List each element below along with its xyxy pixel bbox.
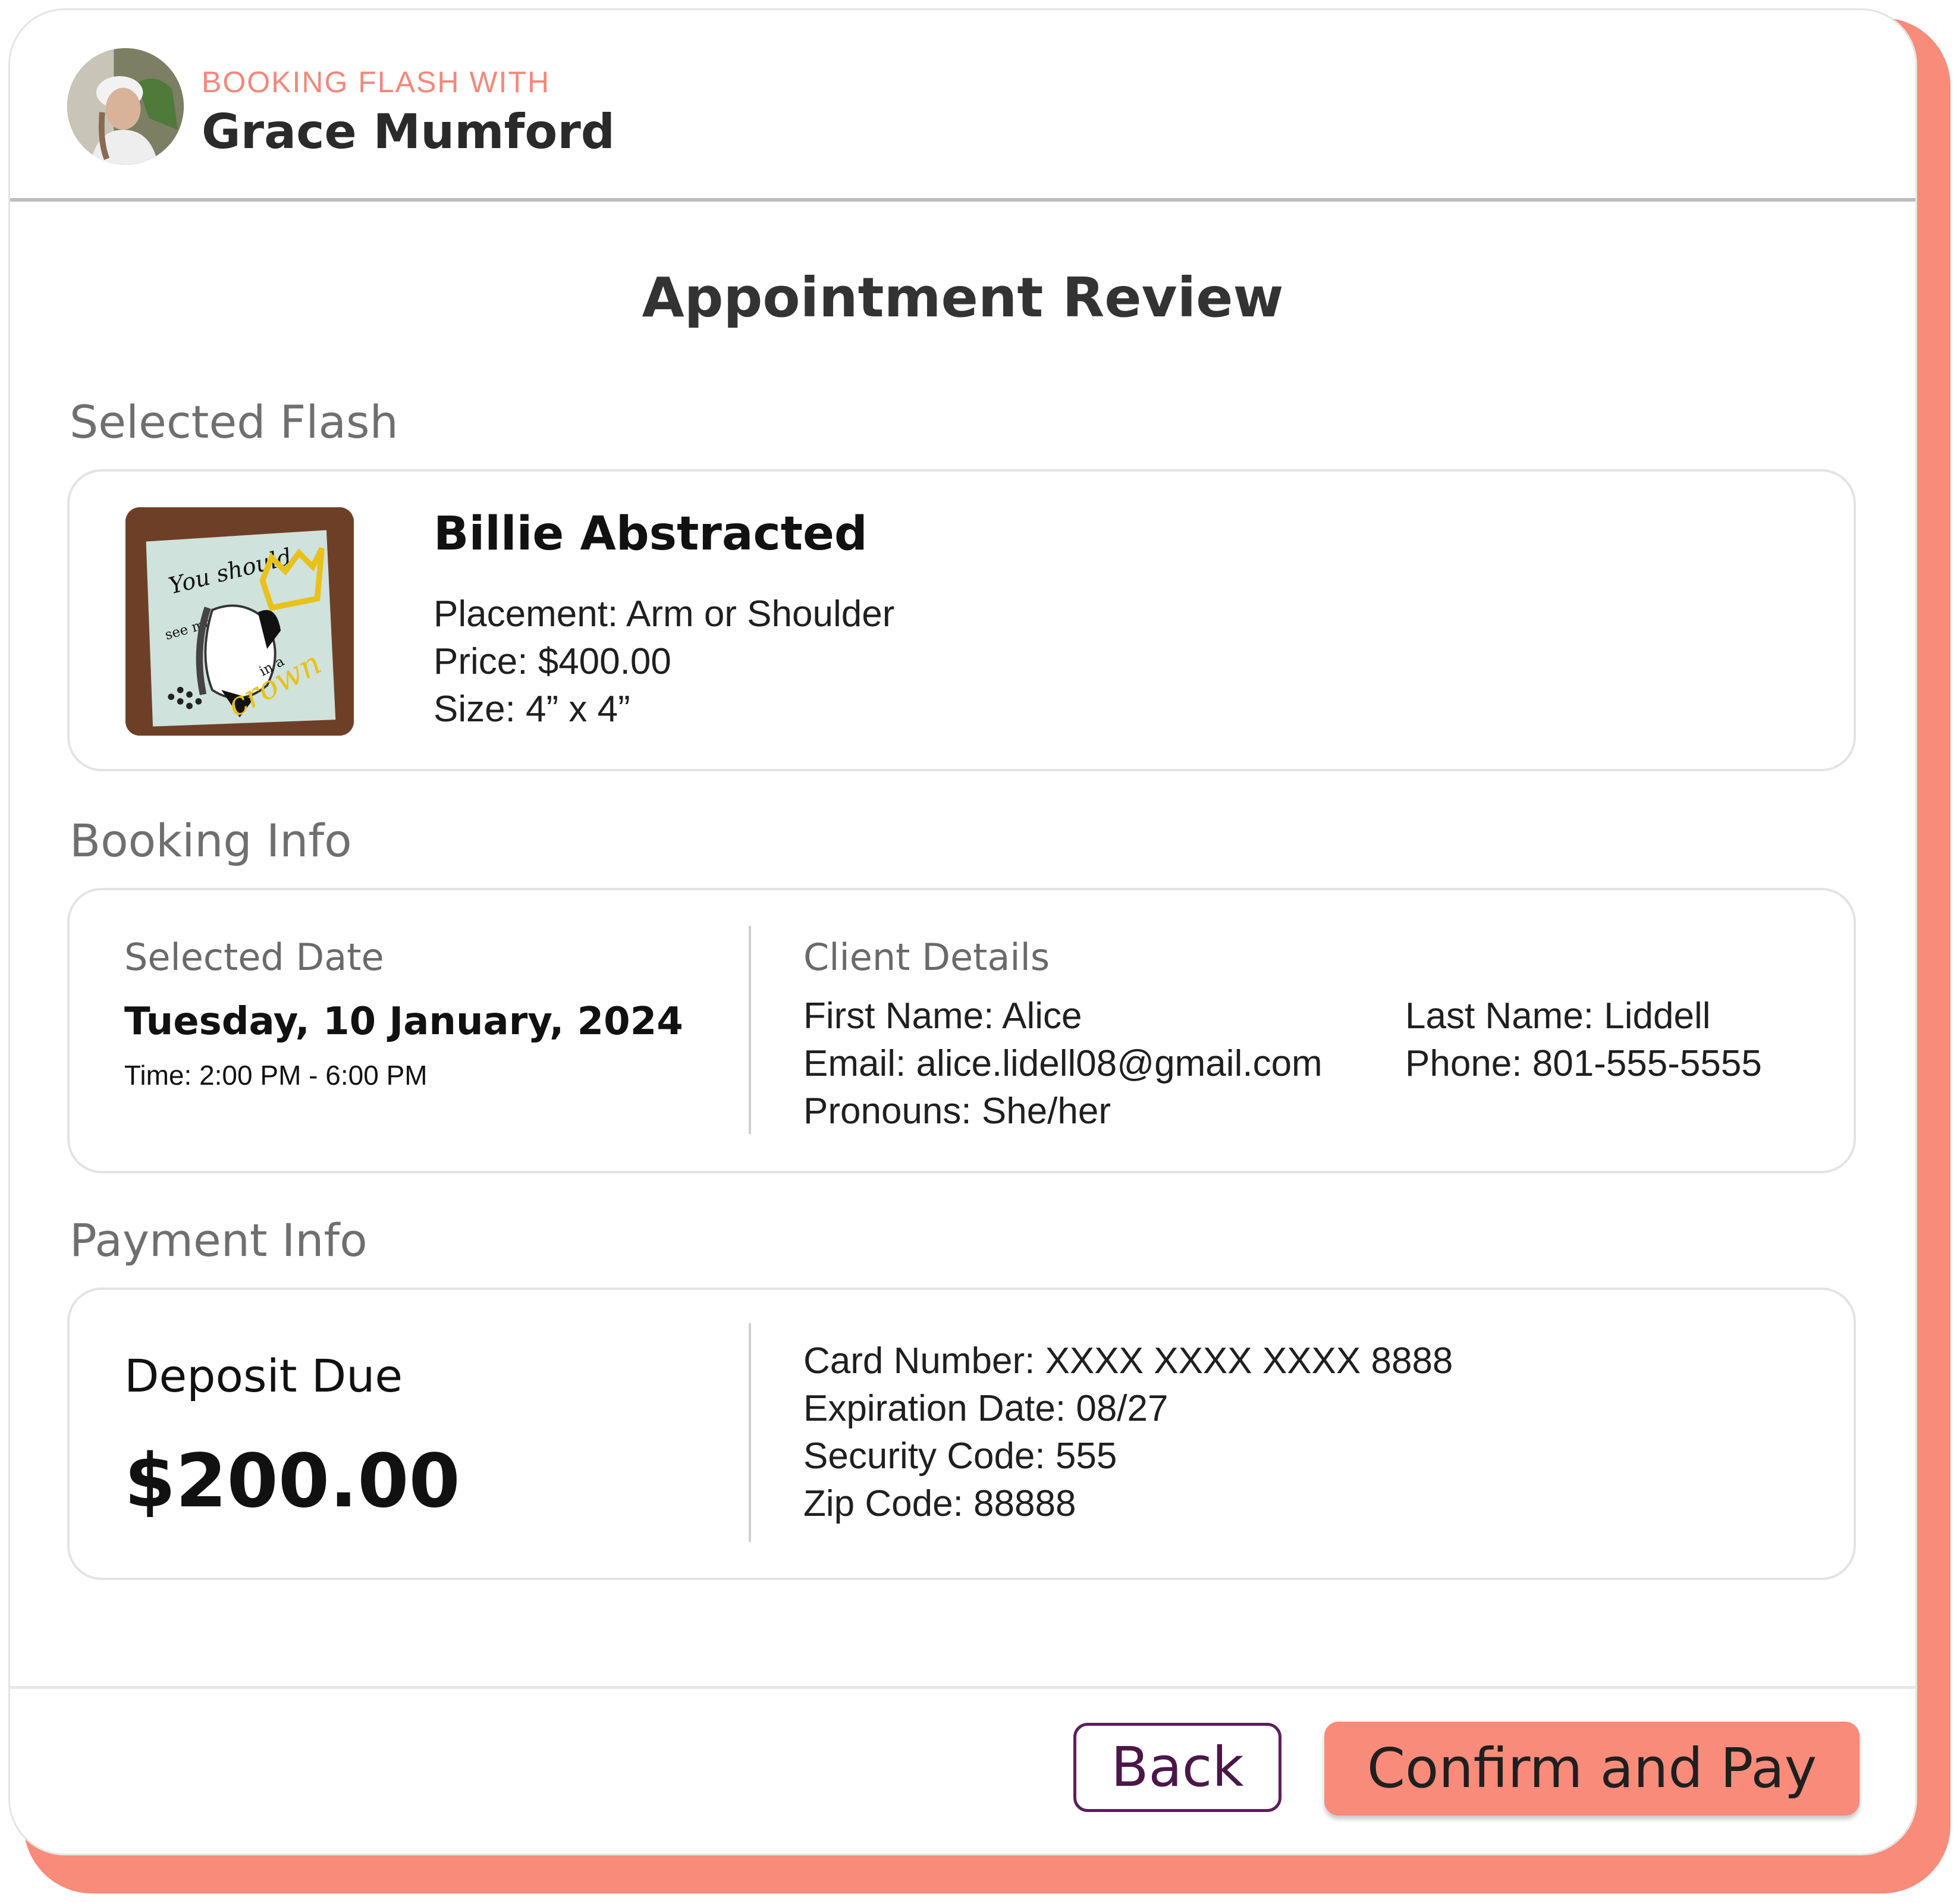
selected-flash-heading: Selected Flash <box>70 395 398 448</box>
page-title: Appointment Review <box>642 266 1284 329</box>
confirm-and-pay-button[interactable]: Confirm and Pay <box>1324 1722 1860 1816</box>
client-email: Email: alice.lidell08@gmail.com <box>803 1043 1323 1084</box>
selected-date-value: Tuesday, 10 January, 2024 <box>124 1000 683 1044</box>
artist-name: Grace Mumford <box>202 104 615 159</box>
flash-title: Billie Abstracted <box>434 507 868 561</box>
selected-date-label: Selected Date <box>124 935 384 979</box>
artist-avatar <box>67 48 184 165</box>
card-zip-code: Zip Code: 88888 <box>803 1483 1076 1524</box>
footer-divider <box>10 1686 1915 1689</box>
booking-review-card: BOOKING FLASH WITH Grace Mumford Appoint… <box>8 8 1917 1855</box>
flash-artwork-icon: You should see me in a crown <box>125 507 354 736</box>
flash-price: Price: $400.00 <box>434 641 671 682</box>
flash-placement: Placement: Arm or Shoulder <box>434 593 895 635</box>
flash-size: Size: 4” x 4” <box>434 689 630 730</box>
deposit-label: Deposit Due <box>124 1349 403 1402</box>
client-last-name: Last Name: Liddell <box>1405 996 1711 1037</box>
payment-info-panel: Deposit Due $200.00 Card Number: XXXX XX… <box>67 1287 1856 1580</box>
card-number: Card Number: XXXX XXXX XXXX 8888 <box>803 1340 1453 1381</box>
flash-image: You should see me in a crown <box>125 507 354 736</box>
payment-info-heading: Payment Info <box>70 1214 368 1267</box>
client-pronouns: Pronouns: She/her <box>803 1091 1111 1132</box>
selected-flash-panel: You should see me in a crown Billie Abst… <box>67 469 1856 771</box>
client-first-name: First Name: Alice <box>803 996 1082 1037</box>
booking-eyebrow: BOOKING FLASH WITH <box>202 65 551 99</box>
card-security-code: Security Code: 555 <box>803 1436 1117 1477</box>
booking-info-panel: Selected Date Tuesday, 10 January, 2024 … <box>67 888 1856 1173</box>
artist-photo-icon <box>67 48 184 165</box>
selected-time-value: Time: 2:00 PM - 6:00 PM <box>124 1060 428 1091</box>
booking-header: BOOKING FLASH WITH Grace Mumford <box>10 10 1915 202</box>
client-phone: Phone: 801-555-5555 <box>1405 1043 1762 1084</box>
card-expiration: Expiration Date: 08/27 <box>803 1388 1169 1429</box>
booking-divider <box>749 926 751 1134</box>
back-button[interactable]: Back <box>1073 1723 1281 1812</box>
payment-divider <box>749 1323 751 1542</box>
deposit-amount: $200.00 <box>124 1439 460 1524</box>
booking-info-heading: Booking Info <box>70 814 352 867</box>
client-details-label: Client Details <box>803 935 1050 979</box>
